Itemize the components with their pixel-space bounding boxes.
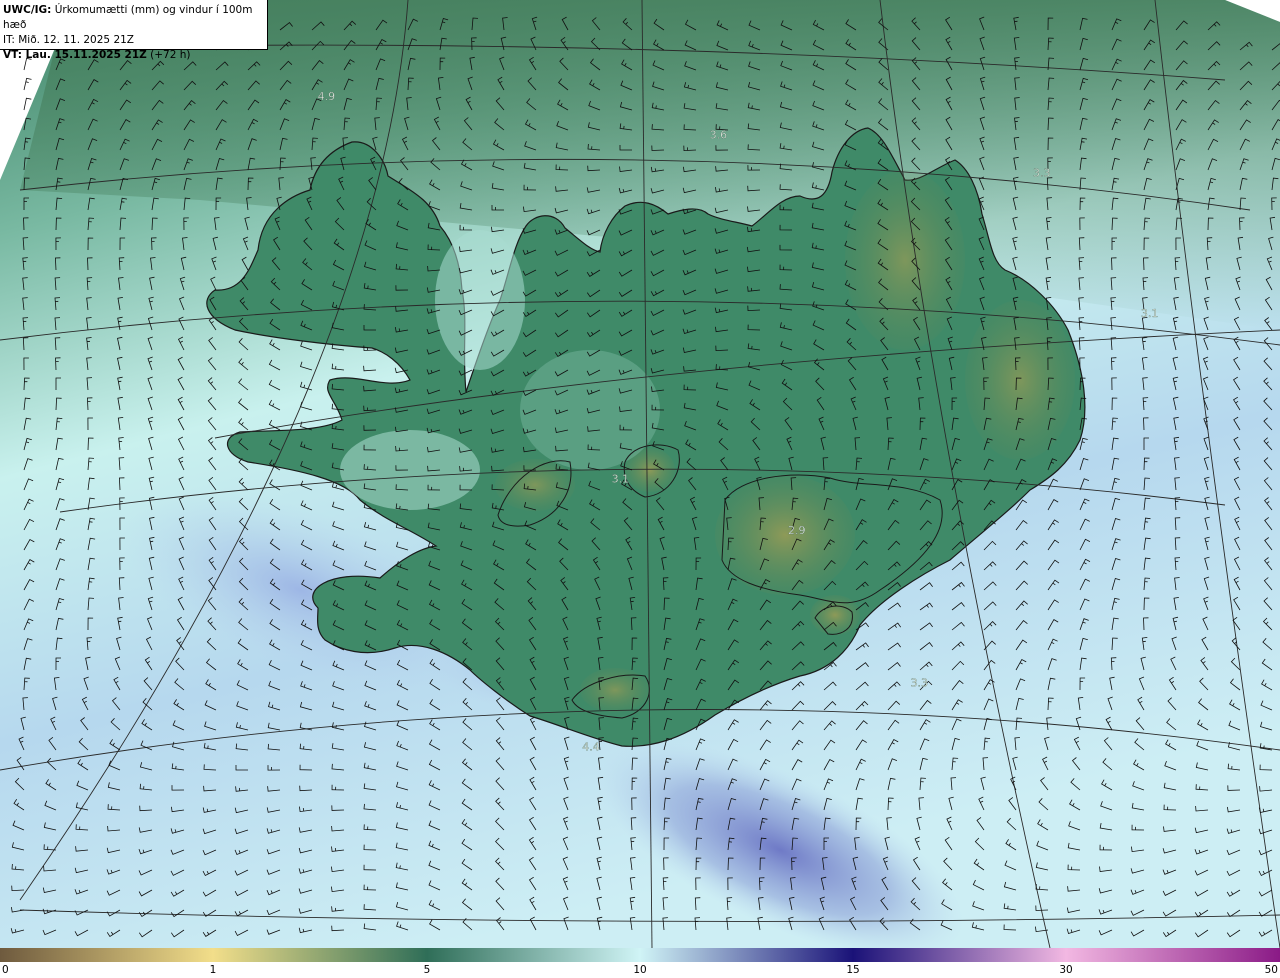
colorbar-tick-label: 50 [1264, 964, 1278, 976]
forecast-offset: (+72 h) [150, 49, 191, 61]
valid-time: VT: Lau. 15.11.2025 21Z [3, 49, 147, 61]
precip-value-label: 3.1 [612, 473, 630, 486]
colorbar-tick-label: 0 [2, 964, 9, 976]
precip-value-label: 4.9 [318, 90, 336, 103]
precip-value-label: 3.6 [710, 129, 728, 142]
colorbar-tick-label: 10 [633, 964, 647, 976]
map-title-box: UWC/IG: Úrkomumætti (mm) og vindur í 100… [0, 0, 268, 61]
product-code: UWC/IG: [3, 4, 52, 16]
colorbar-tick-label: 1 [209, 964, 217, 976]
colorbar-tick-label: 5 [423, 964, 431, 976]
colorbar [0, 948, 1280, 962]
issue-time: IT: Mið. 12. 11. 2025 21Z [3, 34, 134, 46]
colorbar-labels: 0 1 5 10 15 30 50 [0, 962, 1280, 978]
precip-value-label: 3.1 [1141, 307, 1159, 320]
precipitation-wind-map: 3.94.93.63.33.14.33.12.93.34.412.3 [0, 0, 1280, 948]
precip-value-label: 3.3 [911, 677, 929, 690]
colorbar-tick-label: 30 [1059, 964, 1073, 976]
precip-value-label: 2.9 [788, 524, 806, 537]
precip-value-label: 4.4 [582, 741, 600, 754]
colorbar-tick-label: 15 [846, 964, 860, 976]
precip-value-label: 3.3 [1033, 167, 1051, 180]
